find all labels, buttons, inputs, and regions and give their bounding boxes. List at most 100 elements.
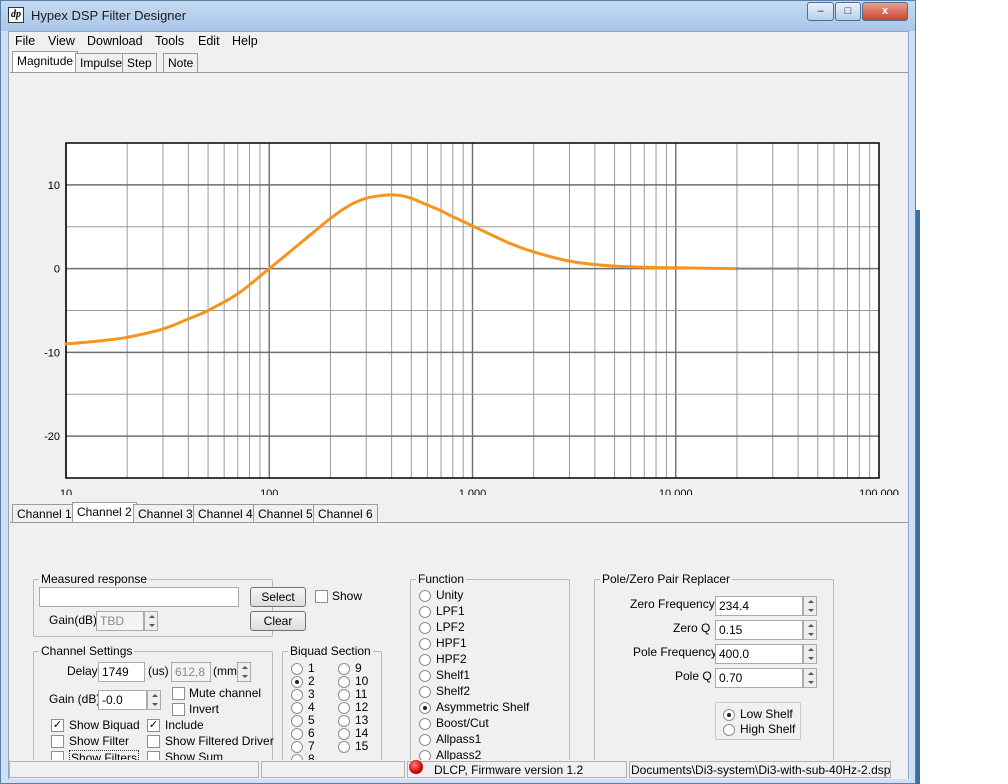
biquad-label: 6 <box>308 726 315 740</box>
measured-response-label: Measured response <box>39 572 150 586</box>
show-filtered-driver-checkbox[interactable] <box>147 735 160 748</box>
pole-q-spinner[interactable] <box>803 668 817 688</box>
invert-checkbox[interactable] <box>172 703 185 716</box>
x-tick-label: 1.000 <box>459 488 487 495</box>
biquad-radio-5[interactable] <box>291 715 303 727</box>
menu-file[interactable]: File <box>15 34 35 48</box>
maximize-button[interactable]: □ <box>835 2 861 21</box>
pole-zero-group: Pole/Zero Pair Replacer Zero Frequency 2… <box>594 572 834 771</box>
x-tick-label: 100 <box>260 488 278 495</box>
measured-gain-label: Gain(dB) <box>49 613 98 627</box>
status-pane-2 <box>261 761 405 778</box>
function-radio-shelf2[interactable] <box>419 686 431 698</box>
show-filter-checkbox[interactable] <box>51 735 64 748</box>
tab-note[interactable]: Note <box>163 53 199 72</box>
menu-help[interactable]: Help <box>232 34 258 48</box>
function-radio-lpf1[interactable] <box>419 606 431 618</box>
x-tick-label: 10 <box>60 488 72 495</box>
measured-gain-spinner[interactable] <box>144 611 158 631</box>
biquad-column-left: 12345678 <box>291 661 331 771</box>
delay-field[interactable]: 1749 <box>98 662 145 682</box>
zero-frequency-field[interactable]: 234.4 <box>715 596 803 616</box>
function-radio-allpass1[interactable] <box>419 734 431 746</box>
function-label: Allpass1 <box>436 732 482 746</box>
biquad-radio-12[interactable] <box>338 702 350 714</box>
biquad-section-label: Biquad Section <box>288 644 373 658</box>
biquad-radio-7[interactable] <box>291 741 303 753</box>
delay-spinner[interactable] <box>237 662 251 682</box>
pole-frequency-spinner[interactable] <box>803 644 817 664</box>
minimize-button[interactable]: – <box>807 2 834 21</box>
function-label: LPF2 <box>436 620 465 634</box>
tab-step[interactable]: Step <box>122 53 157 72</box>
function-radio-unity[interactable] <box>419 590 431 602</box>
zero-q-label: Zero Q <box>673 621 711 635</box>
function-radio-hpf1[interactable] <box>419 638 431 650</box>
menu-edit[interactable]: Edit <box>198 34 220 48</box>
title-bar[interactable]: dp Hypex DSP Filter Designer – □ x <box>1 1 915 31</box>
show-filtered-driver-label: Show Filtered Driver <box>165 734 274 748</box>
show-measured-checkbox[interactable] <box>315 590 328 603</box>
tab-impulse[interactable]: Impulse <box>75 53 128 72</box>
biquad-radio-1[interactable] <box>291 663 303 675</box>
tab-channel-1[interactable]: Channel 1 <box>12 504 77 523</box>
distance-field[interactable]: 612,8 <box>171 662 211 682</box>
biquad-radio-13[interactable] <box>338 715 350 727</box>
function-radio-lpf2[interactable] <box>419 622 431 634</box>
menu-tools[interactable]: Tools <box>155 34 184 48</box>
low-shelf-label: Low Shelf <box>740 707 793 721</box>
zero-frequency-spinner[interactable] <box>803 596 817 616</box>
biquad-radio-4[interactable] <box>291 702 303 714</box>
tab-channel-6[interactable]: Channel 6 <box>313 504 378 523</box>
function-radio-boost-cut[interactable] <box>419 718 431 730</box>
function-label: Shelf1 <box>436 668 471 682</box>
menu-download[interactable]: Download <box>87 34 143 48</box>
function-list: Unity LPF1 LPF2 HPF1 HPF2 Shelf1 Shelf2 Asymmet… <box>419 587 569 769</box>
include-label: Include <box>165 718 204 732</box>
tab-channel-2[interactable]: Channel 2 <box>72 502 137 523</box>
include-checkbox[interactable]: ✓ <box>147 719 160 732</box>
tab-channel-4[interactable]: Channel 4 <box>193 504 258 523</box>
y-tick-label: -20 <box>44 431 60 443</box>
measured-gain-field[interactable]: TBD <box>96 611 144 631</box>
biquad-radio-14[interactable] <box>338 728 350 740</box>
zero-q-field[interactable]: 0.15 <box>715 620 803 640</box>
biquad-radio-2[interactable] <box>291 676 303 688</box>
select-button[interactable]: Select <box>250 587 306 607</box>
function-radio-hpf2[interactable] <box>419 654 431 666</box>
measured-file-field[interactable] <box>39 587 239 607</box>
function-radio-shelf1[interactable] <box>419 670 431 682</box>
mute-channel-checkbox[interactable] <box>172 687 185 700</box>
window-title: Hypex DSP Filter Designer <box>31 8 187 23</box>
biquad-section-group: Biquad Section 12345678 9 10 11 12 13 14 15 <box>282 644 382 771</box>
biquad-label: 7 <box>308 739 315 753</box>
biquad-radio-9[interactable] <box>338 663 350 675</box>
biquad-radio-10[interactable] <box>338 676 350 688</box>
show-biquad-checkbox[interactable]: ✓ <box>51 719 64 732</box>
high-shelf-radio[interactable] <box>723 724 735 736</box>
clear-button[interactable]: Clear <box>250 611 306 631</box>
tab-channel-5[interactable]: Channel 5 <box>253 504 318 523</box>
biquad-radio-3[interactable] <box>291 689 303 701</box>
channel-gain-field[interactable]: -0.0 <box>98 690 147 710</box>
function-radio-asymmetric-shelf[interactable] <box>419 702 431 714</box>
x-tick-label: 100.000 <box>859 488 899 495</box>
biquad-radio-6[interactable] <box>291 728 303 740</box>
tab-channel-3[interactable]: Channel 3 <box>133 504 198 523</box>
high-shelf-label: High Shelf <box>740 722 796 736</box>
pole-frequency-field[interactable]: 400.0 <box>715 644 803 664</box>
pole-frequency-label: Pole Frequency <box>633 645 718 659</box>
zero-q-spinner[interactable] <box>803 620 817 640</box>
delay-unit: (us) <box>148 664 169 678</box>
biquad-label: 9 <box>355 661 362 675</box>
channel-gain-spinner[interactable] <box>147 690 161 710</box>
menu-view[interactable]: View <box>48 34 75 48</box>
tab-magnitude[interactable]: Magnitude <box>12 51 79 72</box>
magnitude-chart: 101001.00010.000100.000100-10-20Hz <box>44 142 899 495</box>
close-button[interactable]: x <box>862 2 908 21</box>
pole-q-field[interactable]: 0.70 <box>715 668 803 688</box>
biquad-radio-15[interactable] <box>338 741 350 753</box>
low-shelf-radio[interactable] <box>723 709 735 721</box>
biquad-radio-11[interactable] <box>338 689 350 701</box>
pole-zero-label: Pole/Zero Pair Replacer <box>600 572 733 586</box>
